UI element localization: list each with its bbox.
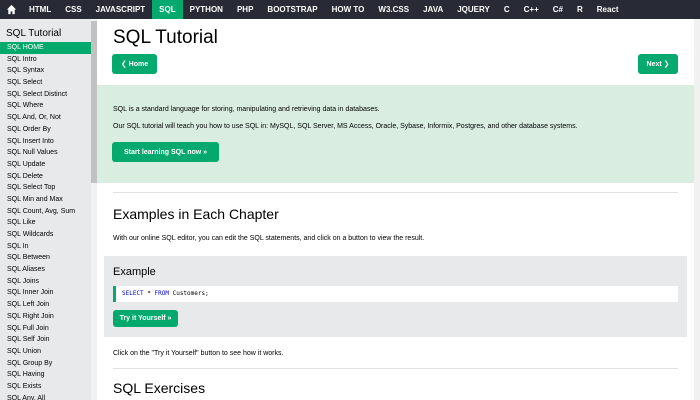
sidebar-item[interactable]: SQL Min and Max	[0, 194, 91, 206]
code-snippet: SELECT * FROM Customers;	[113, 286, 678, 302]
sidebar-item[interactable]: SQL Intro	[0, 54, 91, 66]
sidebar-item[interactable]: SQL Self Join	[0, 334, 91, 346]
intro-text-2: Our SQL tutorial will teach you how to u…	[113, 123, 578, 130]
nav-item-r[interactable]: R	[570, 0, 590, 19]
try-note: Click on the "Try it Yourself" button to…	[113, 350, 284, 357]
sidebar-item[interactable]: SQL Select Distinct	[0, 89, 91, 101]
nav-item-c[interactable]: C#	[546, 0, 570, 19]
sidebar-item[interactable]: SQL Order By	[0, 124, 91, 136]
code-keyword-from: FROM	[154, 290, 169, 297]
home-icon[interactable]	[0, 0, 22, 19]
nav-item-jquery[interactable]: JQUERY	[450, 0, 497, 19]
sidebar-item[interactable]: SQL Insert Into	[0, 136, 91, 148]
nav-item-react[interactable]: React	[590, 0, 626, 19]
divider	[113, 368, 678, 369]
nav-item-java[interactable]: JAVA	[416, 0, 450, 19]
sidebar-item[interactable]: SQL Any, All	[0, 393, 91, 400]
sidebar-item[interactable]: SQL Inner Join	[0, 287, 91, 299]
next-button[interactable]: Next ❯	[638, 54, 678, 74]
code-keyword-select: SELECT	[122, 290, 144, 297]
sidebar-item[interactable]: SQL Exists	[0, 381, 91, 393]
sidebar-item[interactable]: SQL HOME	[0, 42, 91, 54]
nav-item-c[interactable]: C	[497, 0, 517, 19]
sidebar: SQL Tutorial SQL HOME SQL Intro SQL Syntax…	[0, 19, 97, 400]
top-nav: HTML CSS JAVASCRIPT SQL PYTHON PHP BOOTSTRAP HO…	[0, 0, 700, 19]
sidebar-item[interactable]: SQL Right Join	[0, 311, 91, 323]
page-title: SQL Tutorial	[113, 27, 218, 48]
house-icon	[6, 4, 16, 15]
start-learning-button[interactable]: Start learning SQL now »	[112, 142, 219, 162]
sidebar-item[interactable]: SQL Joins	[0, 276, 91, 288]
nav-item-sql[interactable]: SQL	[152, 0, 183, 19]
sidebar-item[interactable]: SQL Full Join	[0, 323, 91, 335]
home-button[interactable]: ❮ Home	[112, 54, 157, 74]
example-title: Example	[113, 266, 156, 278]
page-scrollbar[interactable]	[694, 19, 700, 400]
sidebar-item[interactable]: SQL And, Or, Not	[0, 112, 91, 124]
code-star: *	[143, 290, 155, 297]
sidebar-item[interactable]: SQL Select	[0, 77, 91, 89]
example-box: Example SELECT * FROM Customers; Try it …	[104, 256, 687, 337]
main-content: SQL Tutorial ❮ Home Next ❯ SQL is a stan…	[97, 19, 700, 400]
examples-description: With our online SQL editor, you can edit…	[113, 235, 425, 242]
sidebar-item[interactable]: SQL Select Top	[0, 182, 91, 194]
examples-heading: Examples in Each Chapter	[113, 206, 279, 222]
sidebar-title: SQL Tutorial	[6, 28, 62, 39]
sidebar-item[interactable]: SQL Having	[0, 369, 91, 381]
nav-item-javascript[interactable]: JAVASCRIPT	[89, 0, 153, 19]
sidebar-item[interactable]: SQL Delete	[0, 171, 91, 183]
sidebar-item[interactable]: SQL Like	[0, 217, 91, 229]
sidebar-item[interactable]: SQL Group By	[0, 358, 91, 370]
nav-item-python[interactable]: PYTHON	[183, 0, 230, 19]
divider	[113, 192, 678, 193]
sidebar-item[interactable]: SQL Syntax	[0, 65, 91, 77]
sidebar-item[interactable]: SQL Left Join	[0, 299, 91, 311]
intro-panel: SQL is a standard language for storing, …	[97, 85, 694, 183]
nav-item-w3-css[interactable]: W3.CSS	[371, 0, 416, 19]
nav-item-bootstrap[interactable]: BOOTSTRAP	[260, 0, 324, 19]
nav-item-css[interactable]: CSS	[58, 0, 88, 19]
sidebar-item[interactable]: SQL Null Values	[0, 147, 91, 159]
sidebar-item[interactable]: SQL Between	[0, 252, 91, 264]
sidebar-item[interactable]: SQL Wildcards	[0, 229, 91, 241]
sidebar-item[interactable]: SQL Update	[0, 159, 91, 171]
nav-item-php[interactable]: PHP	[230, 0, 260, 19]
sidebar-item[interactable]: SQL In	[0, 241, 91, 253]
code-table: Customers;	[168, 290, 209, 297]
sidebar-item[interactable]: SQL Where	[0, 100, 91, 112]
sidebar-item[interactable]: SQL Aliases	[0, 264, 91, 276]
nav-item-html[interactable]: HTML	[22, 0, 58, 19]
nav-item-how-to[interactable]: HOW TO	[325, 0, 372, 19]
sidebar-item[interactable]: SQL Count, Avg, Sum	[0, 206, 91, 218]
try-it-yourself-button[interactable]: Try it Yourself »	[113, 310, 178, 327]
exercises-heading: SQL Exercises	[113, 380, 206, 396]
sidebar-item[interactable]: SQL Union	[0, 346, 91, 358]
intro-text-1: SQL is a standard language for storing, …	[113, 106, 380, 113]
nav-item-c[interactable]: C++	[517, 0, 546, 19]
